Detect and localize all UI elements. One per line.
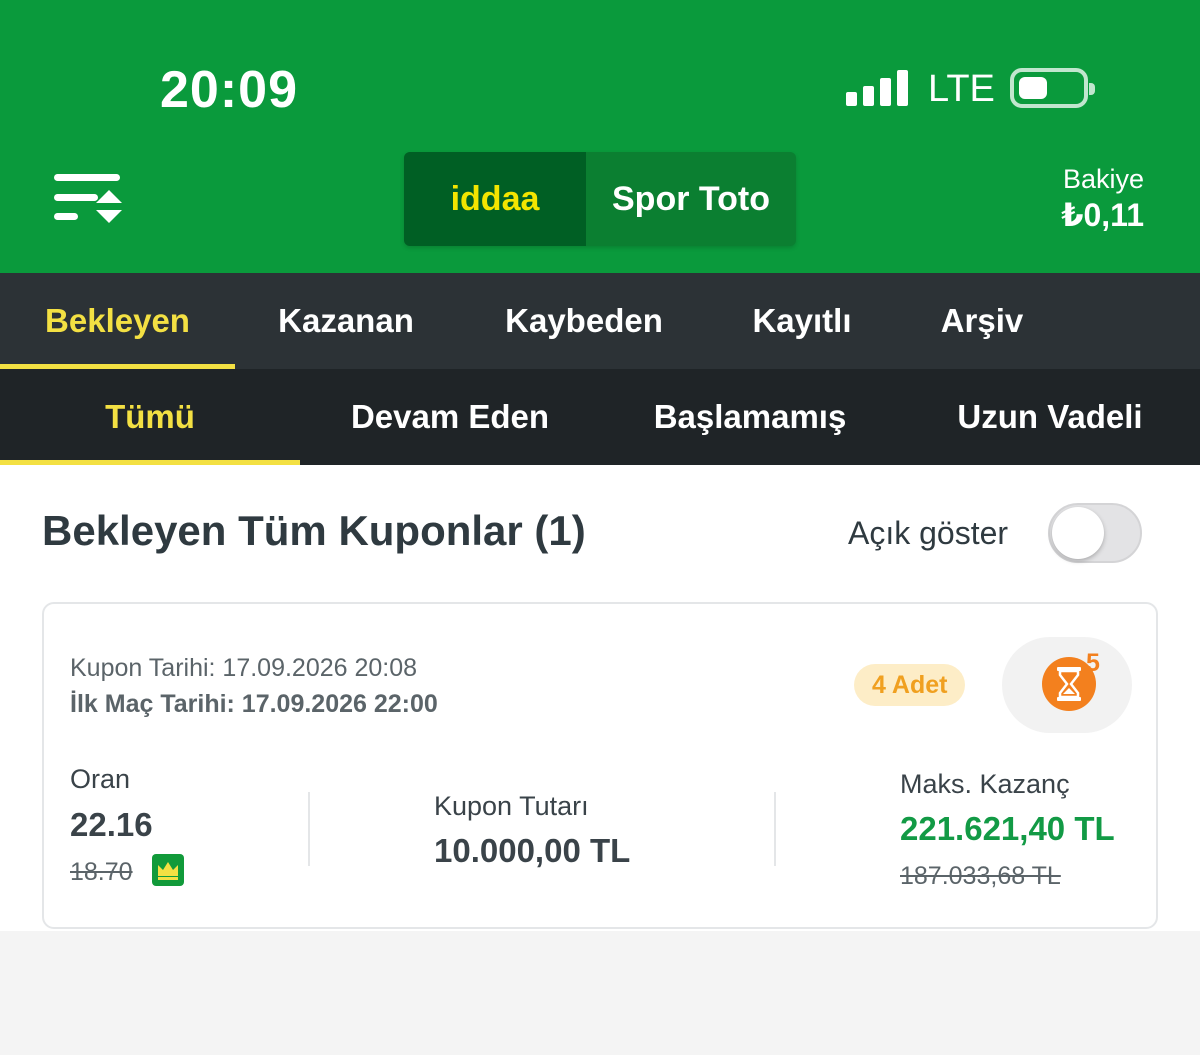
primary-tabs: Bekleyen Kazanan Kaybeden Kayıtlı Arşiv [0, 273, 1200, 369]
app-header: 20:09 LTE iddaa Spor Toto Bakiye ₺0,11 [0, 0, 1200, 273]
odds-label: Oran [70, 764, 131, 794]
balance-value[interactable]: ₺0,11 [1061, 196, 1144, 234]
tab-devam-eden[interactable]: Devam Eden [300, 369, 600, 465]
toggle-knob [1052, 507, 1104, 559]
max-win-old-value: 187.033,68 TL [900, 862, 1061, 890]
battery-icon [1010, 68, 1095, 108]
balance-label: Bakiye [1062, 164, 1144, 194]
tab-uzun-vadeli[interactable]: Uzun Vadeli [900, 369, 1200, 465]
segment-iddaa[interactable]: iddaa [404, 152, 586, 246]
odds-old-value: 18.70 [70, 858, 133, 886]
secondary-tabs: Tümü Devam Eden Başlamamış Uzun Vadeli [0, 369, 1200, 465]
tab-kayitli[interactable]: Kayıtlı [711, 273, 893, 369]
show-open-toggle[interactable] [1048, 503, 1142, 563]
tab-arsiv[interactable]: Arşiv [893, 273, 1071, 369]
column-divider [774, 792, 776, 866]
max-win-label: Maks. Kazanç [900, 769, 1070, 799]
sort-menu-icon[interactable] [52, 168, 124, 226]
max-win-value: 221.621,40 TL [900, 810, 1115, 847]
show-open-label: Açık göster [848, 515, 1009, 551]
tab-tumu[interactable]: Tümü [0, 369, 300, 465]
section-title: Bekleyen Tüm Kuponlar (1) [42, 507, 586, 554]
status-time: 20:09 [160, 61, 298, 119]
first-match-date: İlk Maç Tarihi: 17.09.2026 22:00 [70, 690, 438, 718]
pending-count: 5 [1086, 649, 1100, 677]
crown-icon [152, 854, 184, 886]
tab-kazanan[interactable]: Kazanan [235, 273, 457, 369]
network-label: LTE [928, 68, 995, 110]
pending-status: 5 [1002, 637, 1132, 733]
product-switch: iddaa Spor Toto [404, 152, 796, 246]
column-divider [308, 792, 310, 866]
count-badge: 4 Adet [854, 664, 966, 706]
tab-bekleyen[interactable]: Bekleyen [0, 273, 235, 369]
odds-value: 22.16 [70, 806, 153, 843]
coupon-card[interactable]: Kupon Tarihi: 17.09.2026 20:08 İlk Maç T… [42, 602, 1158, 929]
tab-kaybeden[interactable]: Kaybeden [457, 273, 711, 369]
segment-spor-toto[interactable]: Spor Toto [586, 152, 796, 246]
coupon-list: Bekleyen Tüm Kuponlar (1) Açık göster Ku… [0, 465, 1200, 931]
stake-label: Kupon Tutarı [434, 791, 589, 821]
tab-baslamamis[interactable]: Başlamamış [600, 369, 900, 465]
coupon-date: Kupon Tarihi: 17.09.2026 20:08 [70, 654, 418, 682]
stake-value: 10.000,00 TL [434, 832, 631, 869]
signal-icon [846, 70, 908, 106]
